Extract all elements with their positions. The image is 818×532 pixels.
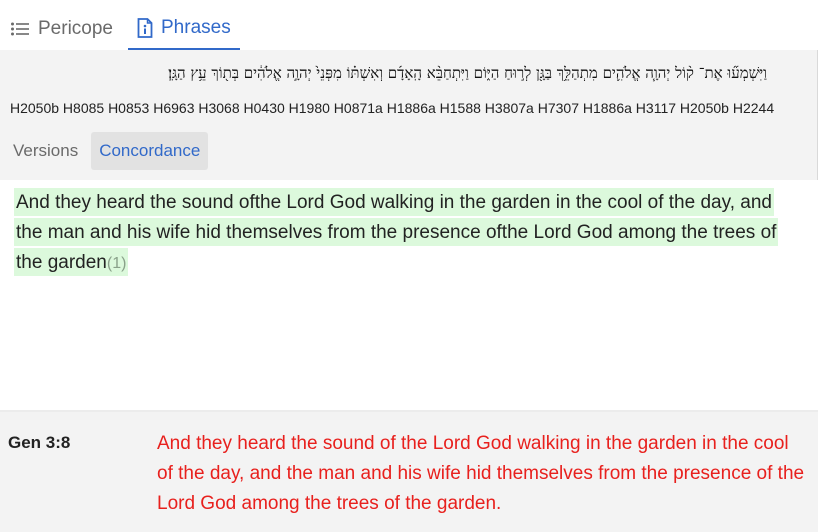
hebrew-panel: וַיִּשְׁמְע֞וּ אֶת־ ק֨וֹל יְהוָ֧ה אֱלֹהִ… [0, 50, 818, 180]
subtab-bar: Versions Concordance [0, 132, 209, 170]
concordance-results: And they heard the sound ofthe Lord God … [0, 180, 818, 410]
tab-pericope-label: Pericope [38, 18, 113, 39]
result-count: (1) [106, 255, 127, 272]
verse-reference[interactable]: Gen 3:8 [8, 433, 70, 453]
top-tab-bar: Pericope Phrases [0, 0, 818, 50]
result-text: And they heard the sound ofthe Lord God … [16, 192, 777, 273]
tab-concordance[interactable]: Concordance [91, 132, 209, 170]
verse-panel: Gen 3:8 And they heard the sound of the … [0, 412, 818, 532]
strongs-numbers[interactable]: H2050b H8085 H0853 H6963 H3068 H0430 H19… [10, 100, 794, 116]
document-info-icon [137, 18, 153, 38]
verse-text: And they heard the sound of the Lord God… [157, 433, 805, 514]
tab-phrases[interactable]: Phrases [128, 8, 240, 50]
concordance-result-item[interactable]: And they heard the sound ofthe Lord God … [14, 188, 784, 279]
list-icon [10, 21, 30, 37]
tab-pericope[interactable]: Pericope [10, 8, 113, 50]
hebrew-verse-text[interactable]: וַיִּשְׁמְע֞וּ אֶת־ ק֨וֹל יְהוָ֧ה אֱלֹהִ… [7, 64, 767, 83]
tab-versions[interactable]: Versions [5, 132, 86, 170]
tab-phrases-label: Phrases [161, 17, 231, 38]
